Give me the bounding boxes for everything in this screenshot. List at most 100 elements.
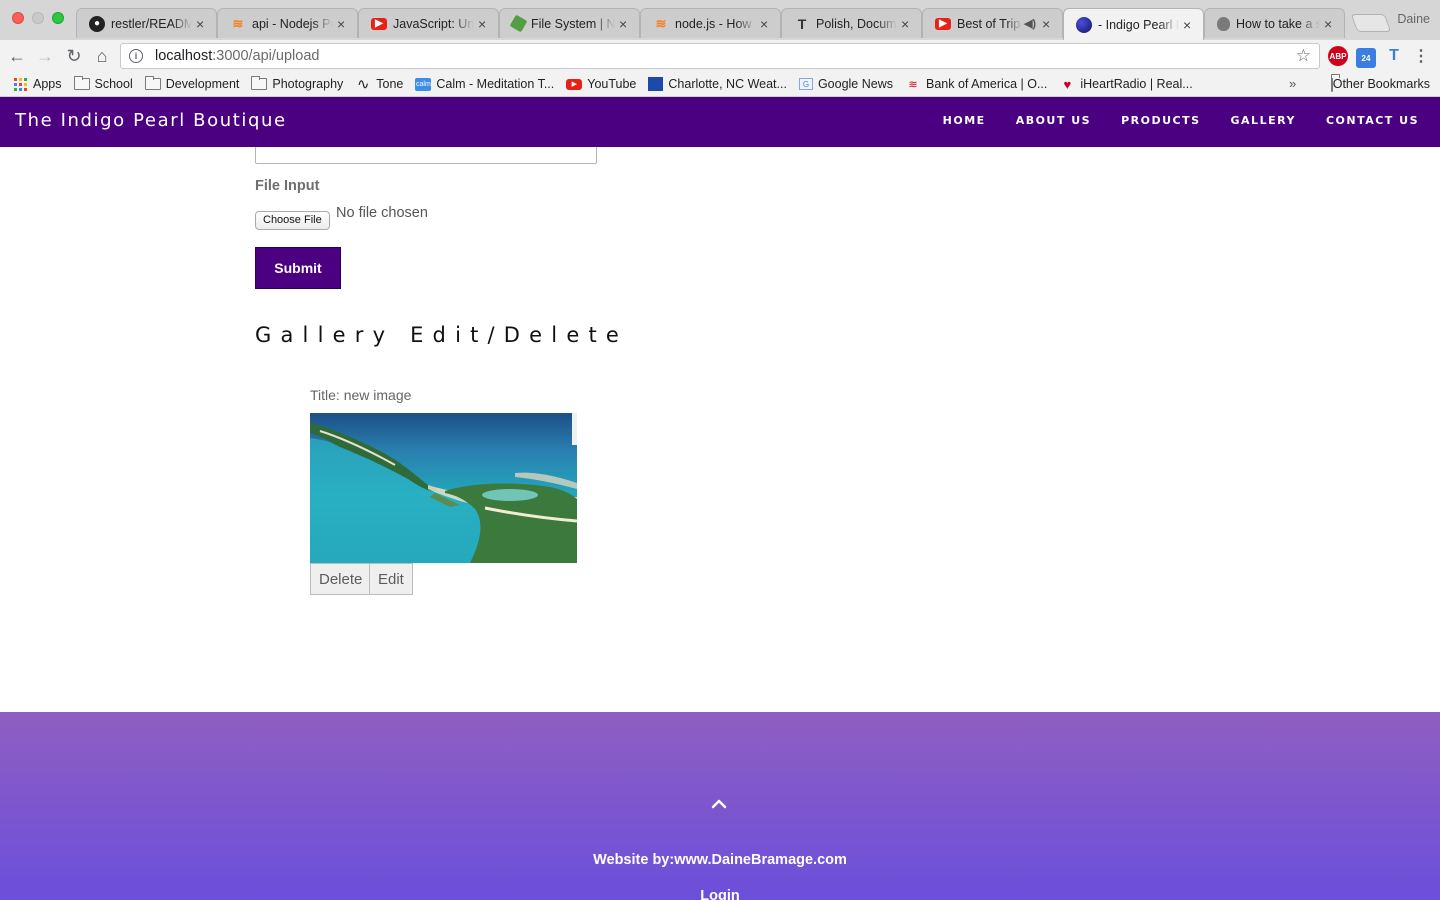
bookmark-label: School (94, 77, 133, 91)
bookmark-calm[interactable]: calm Calm - Meditation T... (415, 77, 554, 91)
nav-products[interactable]: PRODUCTS (1121, 114, 1200, 127)
tab-close-icon[interactable]: × (760, 17, 772, 31)
apps-grid-icon (12, 77, 28, 91)
calm-icon: calm (415, 77, 432, 91)
indigo-globe-icon (1076, 16, 1092, 33)
folder-icon (144, 76, 161, 91)
browser-tab[interactable]: ≋ node.js - How to × (640, 8, 781, 38)
bookmark-bank-of-america[interactable]: ≋ Bank of America | O... (905, 77, 1047, 91)
tab-title: Best of Trip- (957, 16, 1022, 31)
browser-tab[interactable]: T Polish, Document × (781, 8, 922, 38)
site-navbar: The Indigo Pearl Boutique HOME ABOUT US … (0, 97, 1440, 147)
browser-tab-active[interactable]: - Indigo Pearl Boutique × (1063, 8, 1204, 40)
home-icon[interactable]: ⌂ (90, 44, 114, 68)
scroll-to-top-chevron-icon[interactable] (710, 797, 728, 811)
tab-title: How to take a screenshot (1236, 16, 1320, 31)
footer-login-link[interactable]: Login (0, 888, 1440, 900)
back-arrow-icon[interactable]: ← (5, 44, 29, 68)
nav-contact-us[interactable]: CONTACT US (1326, 114, 1419, 127)
site-info-icon[interactable]: i (129, 49, 143, 63)
bookmark-label: Charlotte, NC Weat... (668, 77, 787, 91)
stackoverflow-icon: ≋ (655, 15, 667, 31)
browser-tab[interactable]: ▶ JavaScript: Understanding × (358, 8, 499, 38)
gallery-item-image (310, 413, 577, 563)
gallery-item-title: Title: new image (310, 387, 412, 403)
bookmark-tone[interactable]: ∿ Tone (355, 76, 404, 93)
weather-channel-icon (648, 77, 664, 91)
browser-tab[interactable]: ● restler/README.md × (76, 8, 217, 38)
new-tab-button[interactable] (1350, 14, 1392, 32)
tab-title: node.js - How to (675, 16, 756, 31)
footer-credit[interactable]: Website by:www.DaineBramage.com (0, 852, 1440, 868)
delete-button[interactable]: Delete (310, 563, 372, 595)
bookmark-label: Tone (376, 77, 404, 91)
calendar-extension-icon[interactable]: 24 (1356, 48, 1376, 68)
other-bookmarks[interactable]: Other Bookmarks (1330, 76, 1430, 92)
browser-tab[interactable]: File System | Node × (499, 8, 640, 38)
folder-icon (73, 76, 90, 91)
tab-title: File System | Node (531, 16, 615, 31)
bookmark-school[interactable]: School (73, 76, 133, 91)
browser-tab-strip: ● restler/README.md × ≋ api - Nodejs POS… (0, 0, 1440, 40)
tab-close-icon[interactable]: × (337, 17, 349, 31)
bookmark-iheartradio[interactable]: ♥ iHeartRadio | Real... (1059, 76, 1193, 92)
address-bar[interactable]: i localhost:3000/api/upload ☆ (120, 43, 1320, 69)
edit-button[interactable]: Edit (369, 563, 413, 595)
bookmark-google-news[interactable]: G Google News (798, 77, 893, 91)
forward-arrow-icon[interactable]: → (33, 44, 57, 68)
browser-toolbar: ← → ↻ ⌂ i localhost:3000/api/upload ☆ AB… (0, 40, 1440, 72)
nav-home[interactable]: HOME (943, 114, 986, 127)
window-minimize-button[interactable] (32, 12, 44, 24)
title-input[interactable] (255, 147, 597, 164)
bookmark-label: Development (165, 77, 240, 91)
speaker-icon[interactable]: ◀) (1022, 16, 1038, 32)
tab-close-icon[interactable]: × (1183, 18, 1195, 32)
profile-name[interactable]: Daine (1397, 12, 1430, 26)
bookmark-development[interactable]: Development (144, 76, 240, 91)
bookmark-label: iHeartRadio | Real... (1080, 77, 1193, 91)
bookmark-label: Calm - Meditation T... (436, 77, 555, 91)
more-bookmarks-chevron-icon[interactable]: » (1289, 76, 1296, 91)
tab-close-icon[interactable]: × (478, 17, 490, 31)
calendar-day: 24 (1361, 53, 1371, 63)
browser-tab[interactable]: ▶ Best of Trip- ◀) × (922, 8, 1063, 38)
bookmark-label: YouTube (587, 77, 637, 91)
site-brand[interactable]: The Indigo Pearl Boutique (15, 110, 287, 131)
bookmark-weather[interactable]: Charlotte, NC Weat... (648, 77, 787, 91)
tab-list: ● restler/README.md × ≋ api - Nodejs POS… (76, 8, 1345, 40)
bookmark-star-icon[interactable]: ☆ (1296, 46, 1311, 66)
bookmark-label: Apps (33, 77, 62, 91)
submit-button[interactable]: Submit (255, 247, 341, 289)
no-file-chosen-text: No file chosen (336, 205, 428, 221)
reload-icon[interactable]: ↻ (62, 44, 86, 68)
tab-title: restler/README.md (111, 16, 192, 31)
tab-close-icon[interactable]: × (196, 17, 208, 31)
tab-close-icon[interactable]: × (1042, 17, 1054, 31)
tone-wave-icon: ∿ (356, 76, 370, 93)
other-bookmarks-label: Other Bookmarks (1332, 77, 1430, 91)
typora-extension-icon[interactable]: T (1384, 46, 1404, 66)
tab-close-icon[interactable]: × (619, 17, 631, 31)
iheartradio-icon: ♥ (1063, 76, 1072, 92)
nav-about-us[interactable]: ABOUT US (1016, 114, 1091, 127)
tab-close-icon[interactable]: × (901, 17, 913, 31)
adblock-label: ABP (1329, 51, 1347, 61)
window-close-button[interactable] (12, 12, 24, 24)
youtube-icon: ▶ (566, 78, 583, 90)
file-input-label: File Input (255, 178, 320, 194)
choose-file-button[interactable]: Choose File (255, 211, 330, 230)
browser-tab[interactable]: ≋ api - Nodejs POST × (217, 8, 358, 38)
bookmark-apps[interactable]: Apps (12, 77, 62, 91)
window-maximize-button[interactable] (52, 12, 64, 24)
tab-title: api - Nodejs POST (252, 16, 333, 31)
typora-icon: T (797, 15, 807, 32)
menu-kebab-icon[interactable]: ⋮ (1411, 46, 1431, 66)
browser-tab[interactable]: How to take a screenshot × (1204, 8, 1345, 38)
nodejs-icon (509, 14, 528, 33)
bookmark-photography[interactable]: Photography (251, 76, 343, 91)
nav-gallery[interactable]: GALLERY (1231, 114, 1296, 127)
url-path: :3000/api/upload (212, 48, 320, 64)
bookmark-youtube[interactable]: ▶ YouTube (566, 77, 636, 91)
tab-close-icon[interactable]: × (1324, 17, 1336, 31)
adblock-icon[interactable]: ABP (1328, 46, 1348, 66)
